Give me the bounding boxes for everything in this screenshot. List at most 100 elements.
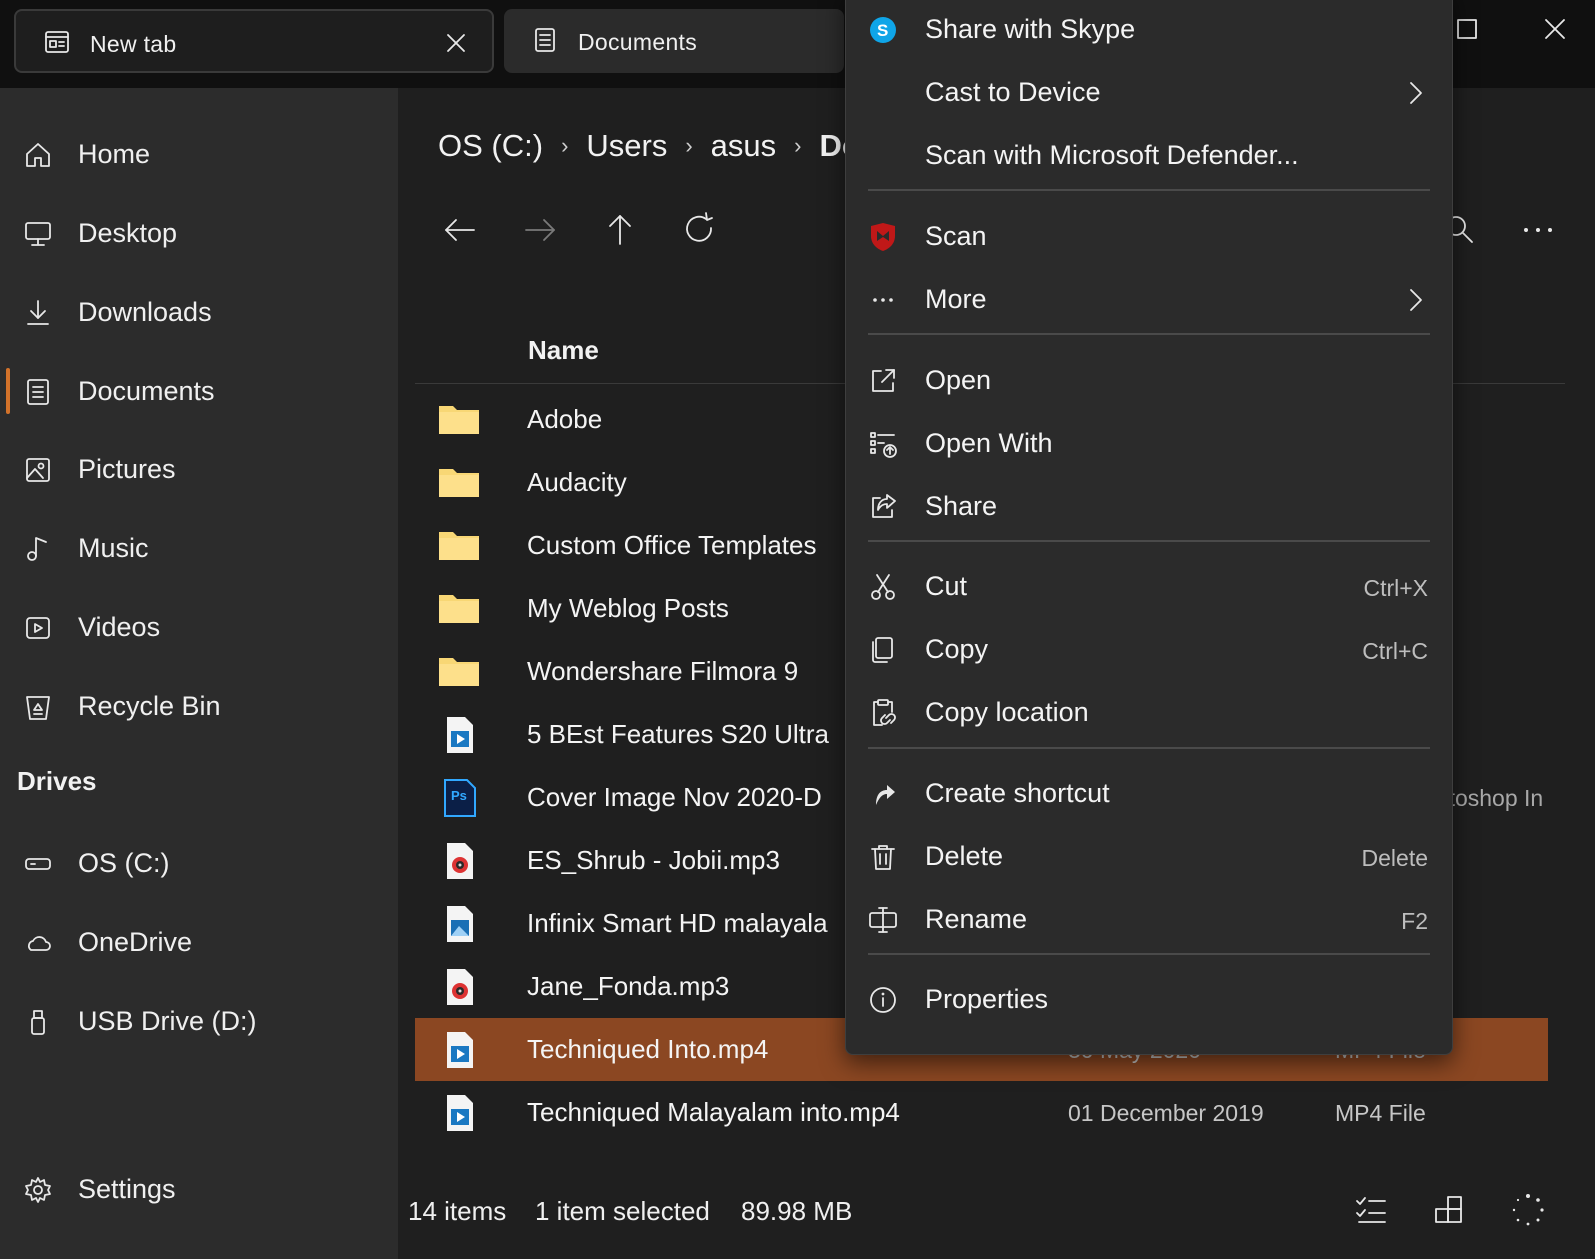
menu-item-label: More [925,284,987,314]
file-date: 01 December 2019 [1068,1100,1264,1126]
breadcrumb: OS (C:)›Users›asus›Doc [438,128,878,164]
file-name: My Weblog Posts [527,593,729,623]
open-external-icon [868,366,898,396]
arrow-left-icon [445,219,475,241]
desktop-icon [24,220,52,248]
sidebar-item-label: Pictures [78,454,176,484]
sidebar-item-label: Desktop [78,218,178,248]
tiles-view-button[interactable] [1431,1192,1467,1228]
file-name: Wondershare Filmora 9 [527,656,799,686]
folder-icon [437,463,481,503]
menu-item-share[interactable]: Share [846,478,1452,536]
arrow-right-icon [525,219,555,241]
table-row[interactable]: Techniqued Malayalam into.mp4 01 December… [415,1081,1548,1144]
menu-item-scan-with-defender[interactable]: Scan with Microsoft Defender... [846,127,1452,185]
status-selected-count: 1 item selected [535,1196,710,1226]
recycle-bin-icon [24,693,52,721]
music-icon [24,535,52,563]
sidebar-item-usb-drive[interactable]: USB Drive (D:) [0,992,398,1052]
menu-item-open[interactable]: Open [846,352,1452,410]
menu-separator [868,747,1430,749]
tab-new-tab[interactable]: New tab [14,9,494,73]
back-button[interactable] [440,210,480,250]
image-file-icon [437,904,481,944]
menu-item-delete[interactable]: Delete Delete [846,828,1452,886]
menu-item-copy-location[interactable]: Copy location [846,684,1452,742]
sidebar-item-os-c[interactable]: OS (C:) [0,834,398,894]
open-with-icon [868,429,898,459]
menu-item-create-shortcut[interactable]: Create shortcut [846,765,1452,823]
sidebar-item-documents[interactable]: Documents [0,362,398,422]
maximize-button[interactable] [1452,14,1482,44]
sidebar-item-home[interactable]: Home [0,125,398,185]
skype-icon: S [868,15,898,45]
sidebar-item-desktop[interactable]: Desktop [0,204,398,264]
picture-icon [24,456,52,484]
sidebar-item-downloads[interactable]: Downloads [0,283,398,343]
chevron-right-icon: › [794,133,802,158]
details-view-button[interactable] [1353,1192,1389,1228]
status-bar: 14 items 1 item selected 89.98 MB [398,1178,1595,1238]
file-name: Jane_Fonda.mp3 [527,971,730,1001]
close-window-button[interactable] [1540,14,1570,44]
menu-item-scan[interactable]: Scan [846,208,1452,266]
drives-heading: Drives [17,766,97,796]
settings-button[interactable]: Settings [0,1160,398,1220]
more-options-button[interactable] [1518,210,1558,250]
file-name: Custom Office Templates [527,530,817,560]
video-icon [24,614,52,642]
menu-item-cut[interactable]: Cut Ctrl+X [846,558,1452,616]
share-icon [868,492,898,522]
menu-item-label: Copy [925,634,989,664]
menu-item-label: Cut [925,571,968,601]
breadcrumb-item[interactable]: asus [711,128,776,164]
close-tab-icon[interactable] [444,31,468,55]
sidebar-item-pictures[interactable]: Pictures [0,440,398,500]
tab-page-icon [44,29,70,55]
file-name: Cover Image Nov 2020-D [527,782,822,812]
menu-item-rename[interactable]: Rename F2 [846,891,1452,949]
menu-shortcut: Delete [1361,845,1428,871]
tab-documents[interactable]: Documents [504,9,844,73]
more-dots-icon [1524,228,1552,232]
menu-separator [868,540,1430,542]
svg-text:Ps: Ps [451,788,467,803]
sidebar-item-label: OS (C:) [78,848,170,878]
menu-item-label: Cast to Device [925,77,1101,107]
refresh-icon [686,212,713,242]
menu-item-properties[interactable]: Properties [846,971,1452,1029]
menu-separator [868,333,1430,335]
navigation-sidebar: Home Desktop Downloads Documents Picture… [0,88,398,1259]
menu-item-label: Scan [925,221,987,251]
menu-separator [868,189,1430,191]
menu-item-label: Share with Skype [925,14,1136,44]
file-name: 5 BEst Features S20 Ultra [527,719,830,749]
menu-item-share-with-skype[interactable]: S Share with Skype [846,1,1452,59]
rename-icon [868,905,898,935]
column-header-name[interactable]: Name [528,335,599,366]
spinner-icon [1512,1194,1544,1226]
sidebar-item-label: Home [78,139,151,169]
menu-item-copy[interactable]: Copy Ctrl+C [846,621,1452,679]
breadcrumb-item[interactable]: OS (C:) [438,128,543,164]
sidebar-item-recycle-bin[interactable]: Recycle Bin [0,677,398,737]
sidebar-item-label: Recycle Bin [78,691,221,721]
forward-button[interactable] [520,210,560,250]
menu-item-label: Properties [925,984,1049,1014]
menu-item-open-with[interactable]: Open With [846,415,1452,473]
folder-icon [437,652,481,692]
menu-item-more[interactable]: More [846,271,1452,329]
refresh-button[interactable] [680,210,720,250]
svg-text:S: S [877,21,888,40]
sidebar-item-videos[interactable]: Videos [0,598,398,658]
breadcrumb-item[interactable]: Users [586,128,667,164]
video-file-icon [437,715,481,755]
menu-shortcut: Ctrl+C [1362,638,1428,664]
up-button[interactable] [600,210,640,250]
sidebar-item-label: USB Drive (D:) [78,1006,257,1036]
gear-icon [24,1176,52,1204]
menu-item-cast-to-device[interactable]: Cast to Device [846,64,1452,122]
sidebar-item-music[interactable]: Music [0,519,398,579]
download-icon [24,299,52,327]
sidebar-item-onedrive[interactable]: OneDrive [0,913,398,973]
